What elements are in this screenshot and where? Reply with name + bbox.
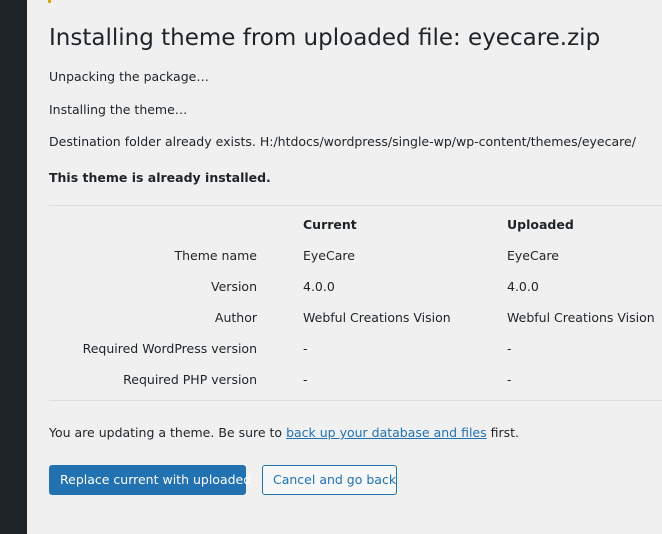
theme-comparison-table: Current Uploaded Theme name EyeCare EyeC… <box>49 206 662 400</box>
uploaded-theme-name: EyeCare <box>507 248 559 263</box>
message-unpacking: Unpacking the package… <box>49 69 209 84</box>
uploaded-required-php: - <box>507 372 512 387</box>
row-label-required-wp: Required WordPress version <box>82 341 257 356</box>
uploaded-version: 4.0.0 <box>507 279 539 294</box>
cancel-go-back-button[interactable]: Cancel and go back <box>262 465 397 495</box>
backup-link[interactable]: back up your database and files <box>286 425 487 440</box>
admin-sidebar <box>0 0 27 534</box>
update-notice-after: first. <box>486 425 519 440</box>
uploaded-required-wp: - <box>507 341 512 356</box>
uploaded-author: Webful Creations Vision <box>507 310 655 325</box>
notice-edge <box>48 0 51 3</box>
current-required-wp: - <box>303 341 308 356</box>
message-destination-exists: Destination folder already exists. H:/ht… <box>49 134 636 149</box>
current-author: Webful Creations Vision <box>303 310 451 325</box>
update-notice: You are updating a theme. Be sure to bac… <box>49 424 519 442</box>
update-notice-before: You are updating a theme. Be sure to <box>49 425 287 440</box>
bottom-divider <box>49 400 662 401</box>
page-title: Installing theme from uploaded file: eye… <box>49 25 601 51</box>
replace-current-button[interactable]: Replace current with uploaded <box>49 465 251 495</box>
current-required-php: - <box>303 372 308 387</box>
current-theme-name: EyeCare <box>303 248 355 263</box>
current-version: 4.0.0 <box>303 279 335 294</box>
row-label-required-php: Required PHP version <box>123 372 257 387</box>
row-label-version: Version <box>211 279 257 294</box>
message-installing: Installing the theme… <box>49 102 188 117</box>
already-installed-notice: This theme is already installed. <box>49 170 271 185</box>
column-header-current: Current <box>303 217 357 232</box>
row-label-author: Author <box>214 310 257 325</box>
column-header-uploaded: Uploaded <box>507 217 574 232</box>
row-label-theme-name: Theme name <box>174 248 257 263</box>
